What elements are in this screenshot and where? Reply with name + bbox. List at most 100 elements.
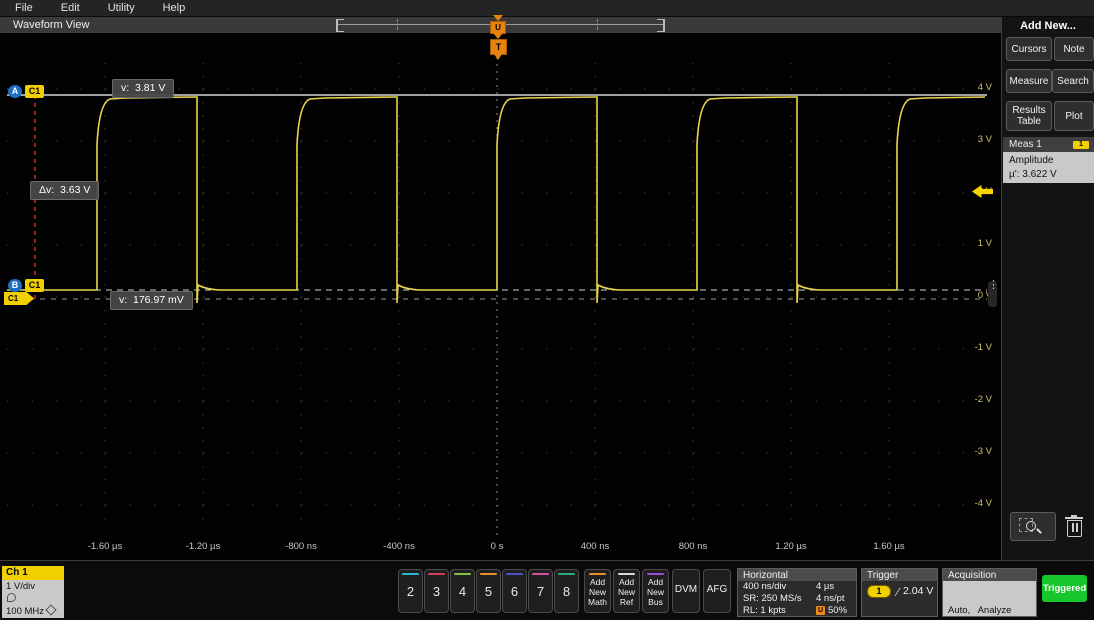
horizontal-resolution: 4 ns/pt	[816, 593, 847, 605]
cursor-a-channel-badge[interactable]: C1	[25, 85, 44, 98]
bandwidth-icon	[45, 604, 56, 615]
menu-bar: File Edit Utility Help	[0, 0, 1094, 17]
cursor-b-badge[interactable]: B	[8, 279, 22, 292]
time-label: -400 ns	[364, 541, 434, 552]
channel1-badge[interactable]: Ch 1 1 V/div 100 MHz	[2, 566, 64, 617]
acquisition-mode: Auto, Analyze	[948, 605, 1036, 617]
meas1-source-badge: 1	[1073, 141, 1089, 149]
meas1-value: µ': 3.622 V	[1009, 168, 1094, 182]
channel2-button[interactable]: 2	[398, 569, 423, 613]
waveform-plot[interactable]: 4 V 3 V 2 V 1 V 0 V -1 V -2 V -3 V -4 V …	[0, 33, 1001, 560]
volt-label: -4 V	[942, 498, 992, 509]
channel1-name: Ch 1	[2, 566, 64, 580]
zoom-mode-button[interactable]	[1010, 512, 1056, 541]
channel2-color-strip	[402, 573, 419, 575]
channel7-color-strip	[532, 573, 549, 575]
right-panel: Add New... Cursors Note Measure Search R…	[1001, 17, 1094, 560]
afg-button[interactable]: AFG	[703, 569, 731, 613]
time-label: 800 ns	[658, 541, 728, 552]
channel1-scale: 1 V/div	[6, 581, 64, 593]
note-button[interactable]: Note	[1054, 37, 1094, 61]
trash-button[interactable]	[1064, 514, 1086, 538]
meas1-header[interactable]: Meas 1 1	[1003, 137, 1094, 152]
channel4-color-strip	[454, 573, 471, 575]
menu-help[interactable]: Help	[149, 0, 200, 16]
menu-edit[interactable]: Edit	[47, 0, 94, 16]
time-label: -800 ns	[266, 541, 336, 552]
meas1-metric: Amplitude	[1009, 154, 1094, 168]
menu-utility[interactable]: Utility	[94, 0, 149, 16]
add-new-ref-button[interactable]: AddNewRef	[613, 569, 640, 613]
measure-button[interactable]: Measure	[1006, 69, 1052, 93]
channel7-button[interactable]: 7	[528, 569, 553, 613]
channel3-button[interactable]: 3	[424, 569, 449, 613]
probe-icon	[7, 593, 16, 602]
bus-color-strip	[647, 573, 664, 575]
meas1-body[interactable]: Amplitude µ': 3.622 V	[1003, 152, 1094, 183]
overview-right-bracket[interactable]	[657, 19, 665, 32]
volt-label: 3 V	[942, 134, 992, 145]
trigger-source-badge: 1	[867, 585, 891, 598]
oscilloscope-screen: File Edit Utility Help Waveform View U	[0, 0, 1094, 620]
search-button[interactable]: Search	[1052, 69, 1094, 93]
triggered-status-badge: Triggered	[1042, 575, 1087, 602]
cursor-b-readout: v: 176.97 mV	[110, 291, 193, 310]
time-label: -1.20 µs	[168, 541, 238, 552]
results-table-button[interactable]: Results Table	[1006, 101, 1052, 131]
volt-label: -3 V	[942, 446, 992, 457]
overview-left-bracket[interactable]	[336, 19, 344, 32]
overview-tick	[597, 19, 598, 30]
acquisition-panel[interactable]: Acquisition Auto, Analyze High Res: 15 b…	[942, 568, 1037, 617]
time-label: 0 s	[462, 541, 532, 552]
magnifier-icon	[1026, 521, 1036, 531]
channel1-bandwidth: 100 MHz	[6, 606, 44, 617]
time-label: -1.60 µs	[70, 541, 140, 552]
add-new-title: Add New...	[1002, 20, 1094, 32]
horizontal-window: 4 µs	[816, 581, 847, 593]
acquisition-title: Acquisition	[942, 568, 1037, 581]
add-new-math-button[interactable]: AddNewMath	[584, 569, 611, 613]
panel-drag-handle[interactable]: ⋮	[988, 281, 997, 307]
cursor-delta-readout: Δv: 3.63 V	[30, 181, 99, 200]
channel5-color-strip	[480, 573, 497, 575]
bottom-bar: Ch 1 1 V/div 100 MHz 2 3 4 5 6 7 8 AddNe…	[0, 560, 1094, 620]
trigger-title: Trigger	[861, 568, 938, 581]
channel8-color-strip	[558, 573, 575, 575]
ref-color-strip	[618, 573, 635, 575]
rising-slope-icon: ∕	[891, 585, 903, 599]
overview-tick	[397, 19, 398, 30]
menu-file[interactable]: File	[0, 0, 47, 16]
horizontal-title: Horizontal	[737, 568, 857, 581]
channel8-button[interactable]: 8	[554, 569, 579, 613]
dvm-button[interactable]: DVM	[672, 569, 700, 613]
trigger-panel[interactable]: Trigger 1∕2.04 V	[861, 568, 938, 617]
meas1-title: Meas 1	[1009, 139, 1042, 150]
volt-label: -1 V	[942, 342, 992, 353]
channel5-button[interactable]: 5	[476, 569, 501, 613]
channel3-color-strip	[428, 573, 445, 575]
plot-button[interactable]: Plot	[1054, 101, 1094, 131]
magnifier-handle-icon	[1036, 528, 1042, 534]
channel6-color-strip	[506, 573, 523, 575]
time-label: 1.60 µs	[854, 541, 924, 552]
volt-label: 4 V	[942, 82, 992, 93]
trigger-level: 2.04 V	[903, 585, 933, 597]
add-new-bus-button[interactable]: AddNewBus	[642, 569, 669, 613]
channel6-button[interactable]: 6	[502, 569, 527, 613]
cursors-button[interactable]: Cursors	[1006, 37, 1052, 61]
volt-label: 1 V	[942, 238, 992, 249]
cursor-b-channel-badge[interactable]: C1	[25, 279, 44, 292]
cursor-a-badge[interactable]: A	[8, 85, 22, 98]
channel4-button[interactable]: 4	[450, 569, 475, 613]
volt-label: -2 V	[942, 394, 992, 405]
delay-icon: U	[816, 606, 825, 615]
time-label: 1.20 µs	[756, 541, 826, 552]
trigger-position-flag[interactable]: T	[490, 39, 507, 55]
horizontal-panel[interactable]: Horizontal 400 ns/div SR: 250 MS/s RL: 1…	[737, 568, 857, 617]
volt-label: 0 V	[942, 290, 992, 301]
horizontal-position: 50%	[828, 605, 847, 616]
time-label: 400 ns	[560, 541, 630, 552]
waveform-view-tab[interactable]: Waveform View	[13, 19, 89, 31]
cursor-a-readout: v: 3.81 V	[112, 79, 174, 98]
math-color-strip	[589, 573, 606, 575]
